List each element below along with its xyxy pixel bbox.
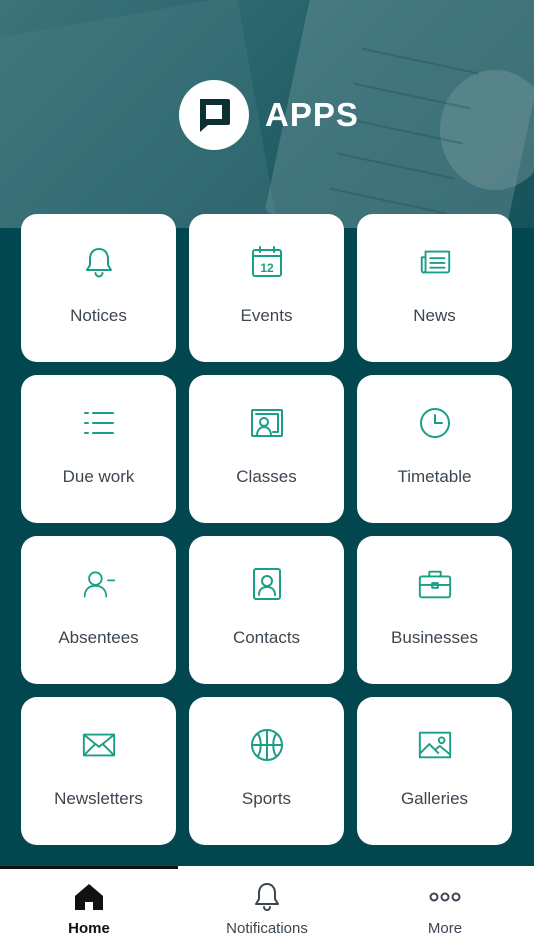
more-dots-icon [428,880,462,914]
tile-businesses[interactable]: Businesses [357,536,512,684]
apps-grid: Notices 12 Events News Due work Classes … [21,214,513,845]
bell-icon [252,880,282,914]
bell-icon [81,244,117,280]
briefcase-icon [417,566,453,602]
tile-label: Absentees [58,628,139,647]
envelope-icon [81,727,117,763]
tile-label: Sports [241,789,292,808]
tile-news[interactable]: News [357,214,512,362]
tab-home[interactable]: Home [0,866,178,950]
user-minus-icon [81,566,117,602]
tile-label: Contacts [232,628,301,647]
tile-label: News [413,306,456,325]
tab-label: Notifications [226,920,308,937]
clock-icon [417,405,453,441]
svg-text:12: 12 [260,261,274,275]
tile-events[interactable]: 12 Events [189,214,344,362]
image-icon [417,727,453,763]
tile-notices[interactable]: Notices [21,214,176,362]
tile-newsletters[interactable]: Newsletters [21,697,176,845]
tile-timetable[interactable]: Timetable [357,375,512,523]
tile-label: Timetable [397,467,472,486]
tile-absentees[interactable]: Absentees [21,536,176,684]
contact-card-icon [249,566,285,602]
home-icon [74,880,104,914]
calendar-icon: 12 [249,244,285,280]
tile-label: Businesses [391,628,478,647]
chat-bubble-logo-icon [179,80,249,150]
tile-label: Newsletters [54,789,143,808]
tile-classes[interactable]: Classes [189,375,344,523]
tab-label: Home [68,920,110,937]
tab-label: More [427,920,463,937]
page-title: APPS [265,96,359,133]
tile-label: Events [240,306,293,325]
classroom-icon [249,405,285,441]
tile-label: Due work [62,467,135,486]
tile-label: Classes [236,467,297,486]
tile-contacts[interactable]: Contacts [189,536,344,684]
basketball-icon [249,727,285,763]
tile-label: Notices [70,306,127,325]
tile-due-work[interactable]: Due work [21,375,176,523]
tab-more[interactable]: More [356,866,534,950]
bottom-tab-bar: Home Notifications More [0,866,534,950]
tile-label: Galleries [400,789,469,808]
tab-notifications[interactable]: Notifications [178,866,356,950]
tile-galleries[interactable]: Galleries [357,697,512,845]
newspaper-icon [417,244,453,280]
app-logo: APPS [179,80,359,150]
list-icon [81,405,117,441]
tile-sports[interactable]: Sports [189,697,344,845]
